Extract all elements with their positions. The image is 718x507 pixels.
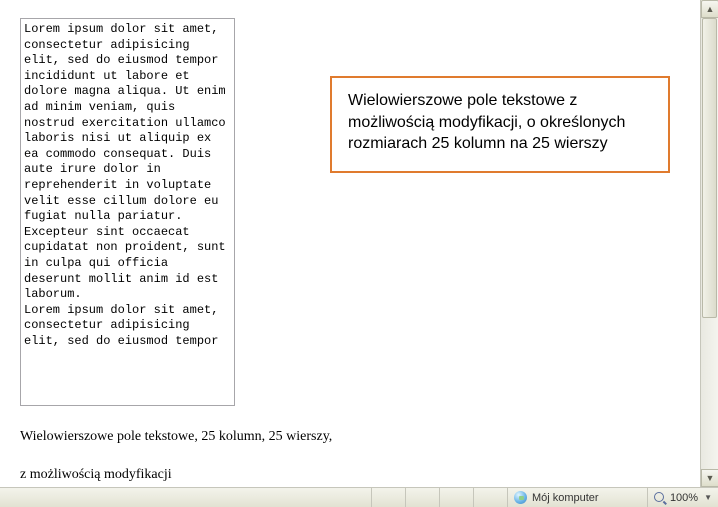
multiline-textarea[interactable] [20,18,235,406]
scroll-down-button[interactable]: ▼ [701,469,718,487]
caption-line-1: Wielowierszowe pole tekstowe, 25 kolumn,… [20,429,680,445]
annotation-text: Wielowierszowe pole tekstowe z możliwośc… [348,92,625,152]
vertical-scrollbar[interactable]: ▲ ▼ [700,0,718,487]
scroll-up-button[interactable]: ▲ [701,0,718,18]
status-empty-cell [474,488,508,507]
page-content: Wielowierszowe pole tekstowe, 25 kolumn,… [0,0,700,487]
status-location-cell: Mój komputer [508,488,648,507]
status-empty-cell [406,488,440,507]
browser-status-bar: Mój komputer 100% ▼ [0,487,718,507]
chevron-down-icon[interactable]: ▼ [704,493,712,502]
zoom-level-text: 100% [670,492,698,504]
zoom-control[interactable]: 100% ▼ [648,488,718,507]
status-empty-cell [372,488,406,507]
status-location-text: Mój komputer [532,492,599,504]
annotation-callout: Wielowierszowe pole tekstowe z możliwośc… [330,76,670,173]
status-spacer [0,488,372,507]
globe-icon [514,491,527,504]
scrollbar-thumb[interactable] [702,18,717,318]
caption-line-2: z możliwością modyfikacji [20,467,680,483]
status-empty-cell [440,488,474,507]
magnifier-icon [654,492,666,504]
